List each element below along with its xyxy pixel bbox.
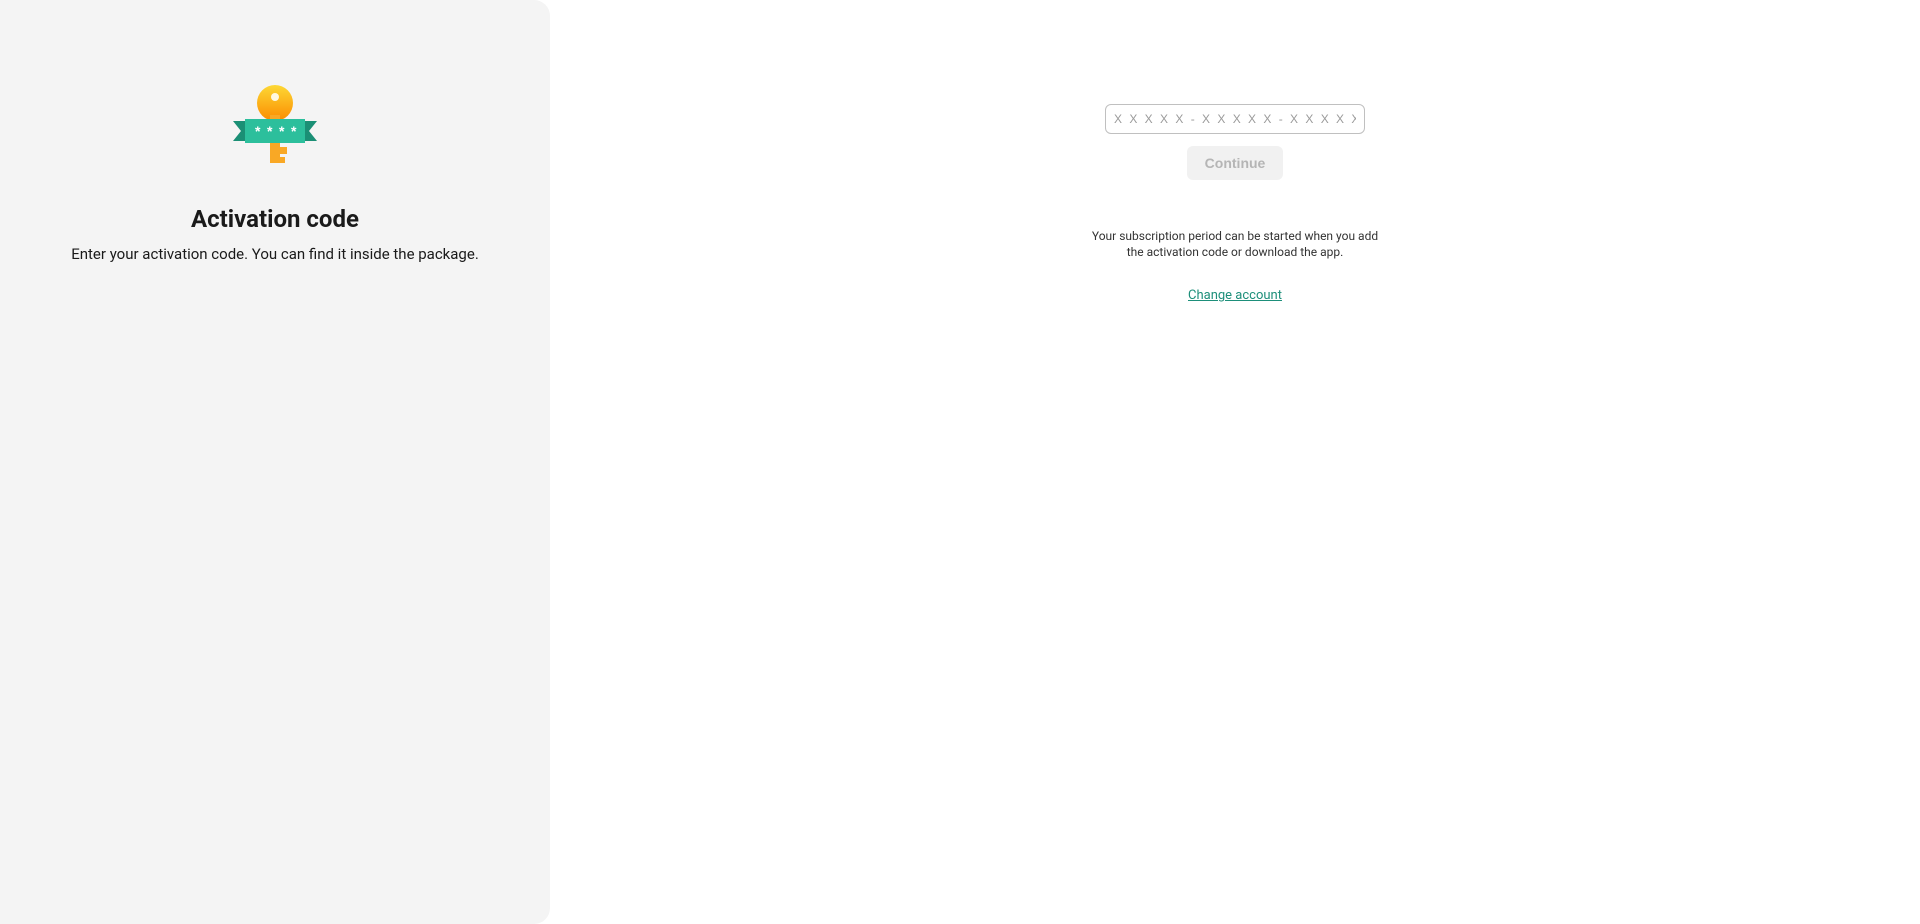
svg-text:*: * xyxy=(279,123,285,139)
svg-text:*: * xyxy=(267,123,273,139)
right-panel: Continue Your subscription period can be… xyxy=(550,0,1920,924)
svg-text:*: * xyxy=(291,123,297,139)
change-account-link[interactable]: Change account xyxy=(1188,288,1282,303)
activation-key-icon: * * * * xyxy=(225,85,325,175)
activation-code-input[interactable] xyxy=(1105,104,1365,134)
activation-heading: Activation code xyxy=(191,205,359,233)
continue-button[interactable]: Continue xyxy=(1187,146,1283,180)
left-panel: * * * * Activation code Enter your activ… xyxy=(0,0,550,924)
svg-text:*: * xyxy=(255,123,261,139)
subscription-info-text: Your subscription period can be started … xyxy=(1085,228,1385,260)
activation-subheading: Enter your activation code. You can find… xyxy=(71,245,479,263)
